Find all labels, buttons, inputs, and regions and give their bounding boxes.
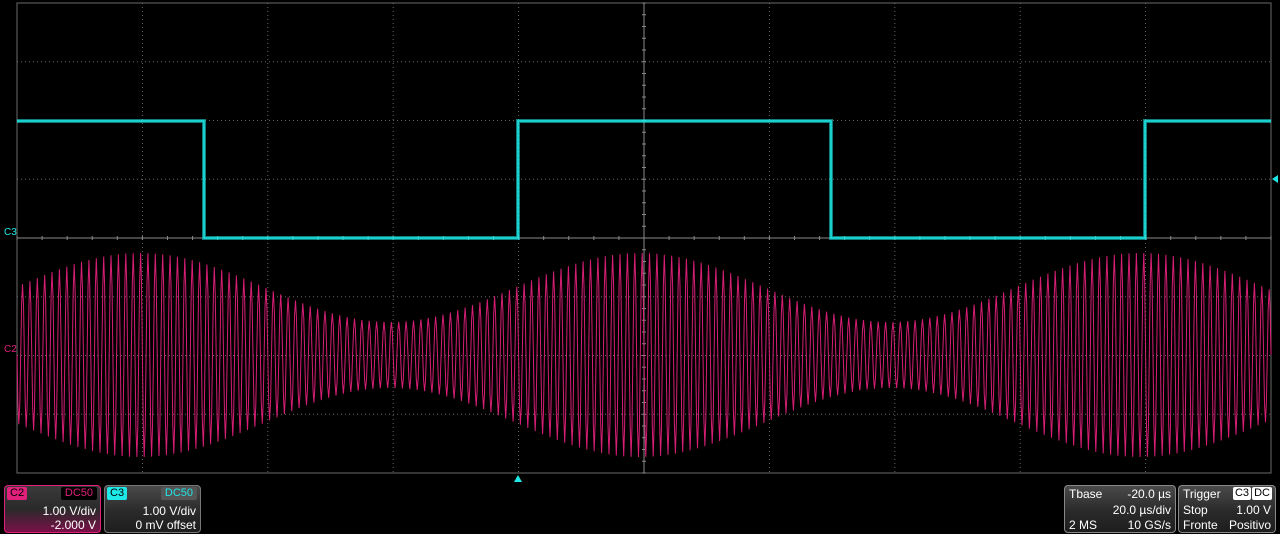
trigger-position-marker[interactable] — [514, 475, 522, 482]
c3-ground-marker[interactable]: C3 — [4, 227, 17, 238]
trigger-level: 1.00 V — [1236, 503, 1271, 517]
timebase-time-per-div: 20.0 µs/div — [1112, 503, 1171, 517]
c2-channel-descriptor[interactable]: C2 DC50 1.00 V/div -2.000 V — [4, 485, 101, 533]
trigger-mode: Stop — [1183, 503, 1208, 517]
trigger-label: Trigger — [1183, 487, 1221, 501]
c3-channel-tag: C3 — [107, 487, 128, 500]
c3-coupling-badge: DC50 — [160, 487, 197, 500]
waveform-display[interactable] — [0, 0, 1280, 534]
c3-offset: 0 mV offset — [135, 518, 196, 532]
c2-channel-tag: C2 — [7, 487, 28, 500]
timebase-descriptor[interactable]: Tbase -20.0 µs 20.0 µs/div 2 MS 10 GS/s — [1064, 485, 1176, 533]
c3-volts-per-div: 1.00 V/div — [142, 504, 196, 518]
trigger-slope: Positivo — [1228, 518, 1271, 532]
trigger-source-badge: C3 — [1232, 487, 1251, 500]
c2-ground-marker[interactable]: C2 — [4, 344, 17, 355]
timebase-sample-rate: 10 GS/s — [1127, 518, 1171, 532]
c2-coupling-badge: DC50 — [60, 487, 97, 500]
timebase-samples: 2 MS — [1069, 518, 1098, 532]
c3-channel-descriptor[interactable]: C3 DC50 1.00 V/div 0 mV offset — [104, 485, 201, 533]
timebase-label: Tbase — [1069, 487, 1103, 501]
c2-offset: -2.000 V — [50, 518, 96, 532]
timebase-delay: -20.0 µs — [1127, 487, 1171, 501]
trigger-level-marker[interactable] — [1272, 175, 1278, 183]
trigger-edge-label: Fronte — [1183, 518, 1218, 532]
trigger-coupling-badge: DC — [1252, 487, 1272, 500]
trigger-descriptor[interactable]: Trigger C3 DC Stop 1.00 V Fronte Positiv… — [1178, 485, 1276, 533]
c2-volts-per-div: 1.00 V/div — [42, 504, 96, 518]
